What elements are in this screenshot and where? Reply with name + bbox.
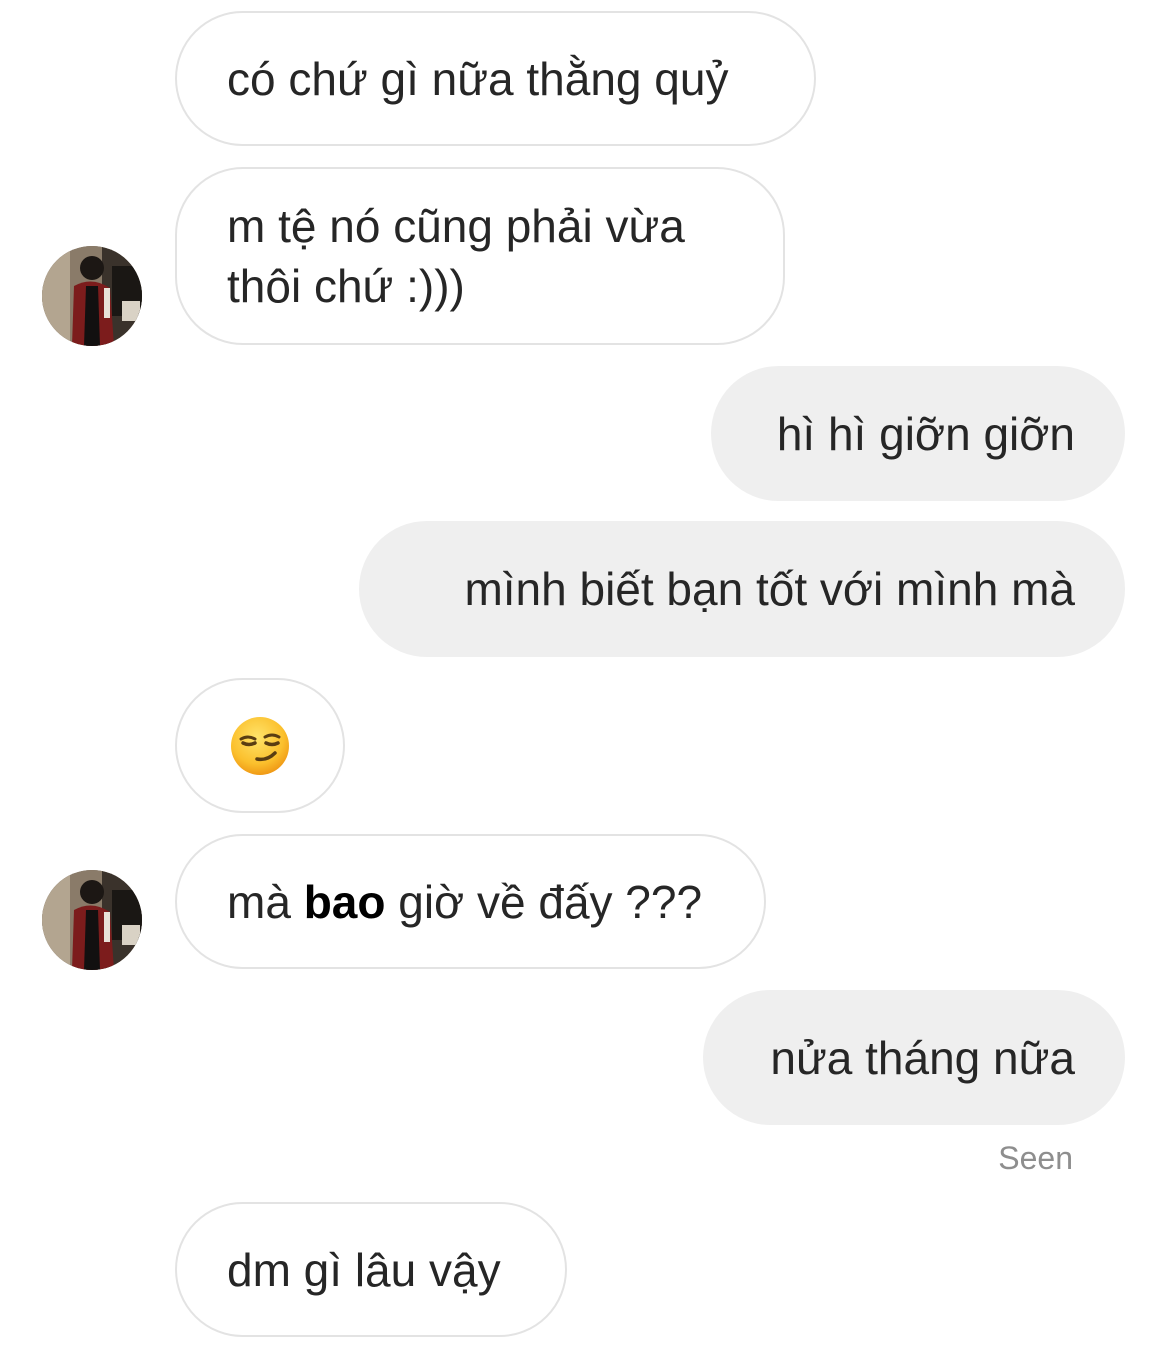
- message-text: có chứ gì nữa thằng quỷ: [227, 52, 729, 105]
- message-text: hì hì giỡn giỡn: [776, 407, 1075, 460]
- message-bubble-incoming[interactable]: mà bao giờ về đấy ???: [175, 834, 766, 969]
- message-bubble-incoming[interactable]: có chứ gì nữa thằng quỷ: [175, 11, 816, 146]
- avatar-photo-icon: [42, 246, 142, 346]
- message-bubble-incoming[interactable]: m tệ nó cũng phải vừa thôi chứ :))): [175, 167, 785, 345]
- message-bubble-outgoing[interactable]: mình biết bạn tốt với mình mà: [359, 521, 1125, 657]
- message-text: mà bao giờ về đấy ???: [227, 872, 702, 932]
- message-text: nửa tháng nữa: [770, 1031, 1075, 1084]
- message-bubble-incoming[interactable]: dm gì lâu vậy: [175, 1202, 567, 1337]
- message-bubble-outgoing[interactable]: hì hì giỡn giỡn: [711, 366, 1125, 501]
- smirking-face-icon: [231, 716, 289, 775]
- message-bubble-outgoing[interactable]: nửa tháng nữa: [703, 990, 1125, 1125]
- seen-status: Seen: [998, 1140, 1073, 1176]
- message-text-before: mà: [227, 875, 304, 928]
- message-text-bold: bao: [303, 875, 386, 928]
- message-bubble-emoji[interactable]: [175, 678, 345, 813]
- message-text: m tệ nó cũng phải vừa thôi chứ :))): [227, 200, 685, 312]
- message-text-after: giờ về đấy ???: [385, 875, 703, 928]
- avatar[interactable]: [42, 870, 142, 970]
- message-text: dm gì lâu vậy: [227, 1243, 501, 1296]
- avatar[interactable]: [42, 246, 142, 346]
- avatar-photo-icon: [42, 870, 142, 970]
- message-text: mình biết bạn tốt với mình mà: [464, 563, 1075, 615]
